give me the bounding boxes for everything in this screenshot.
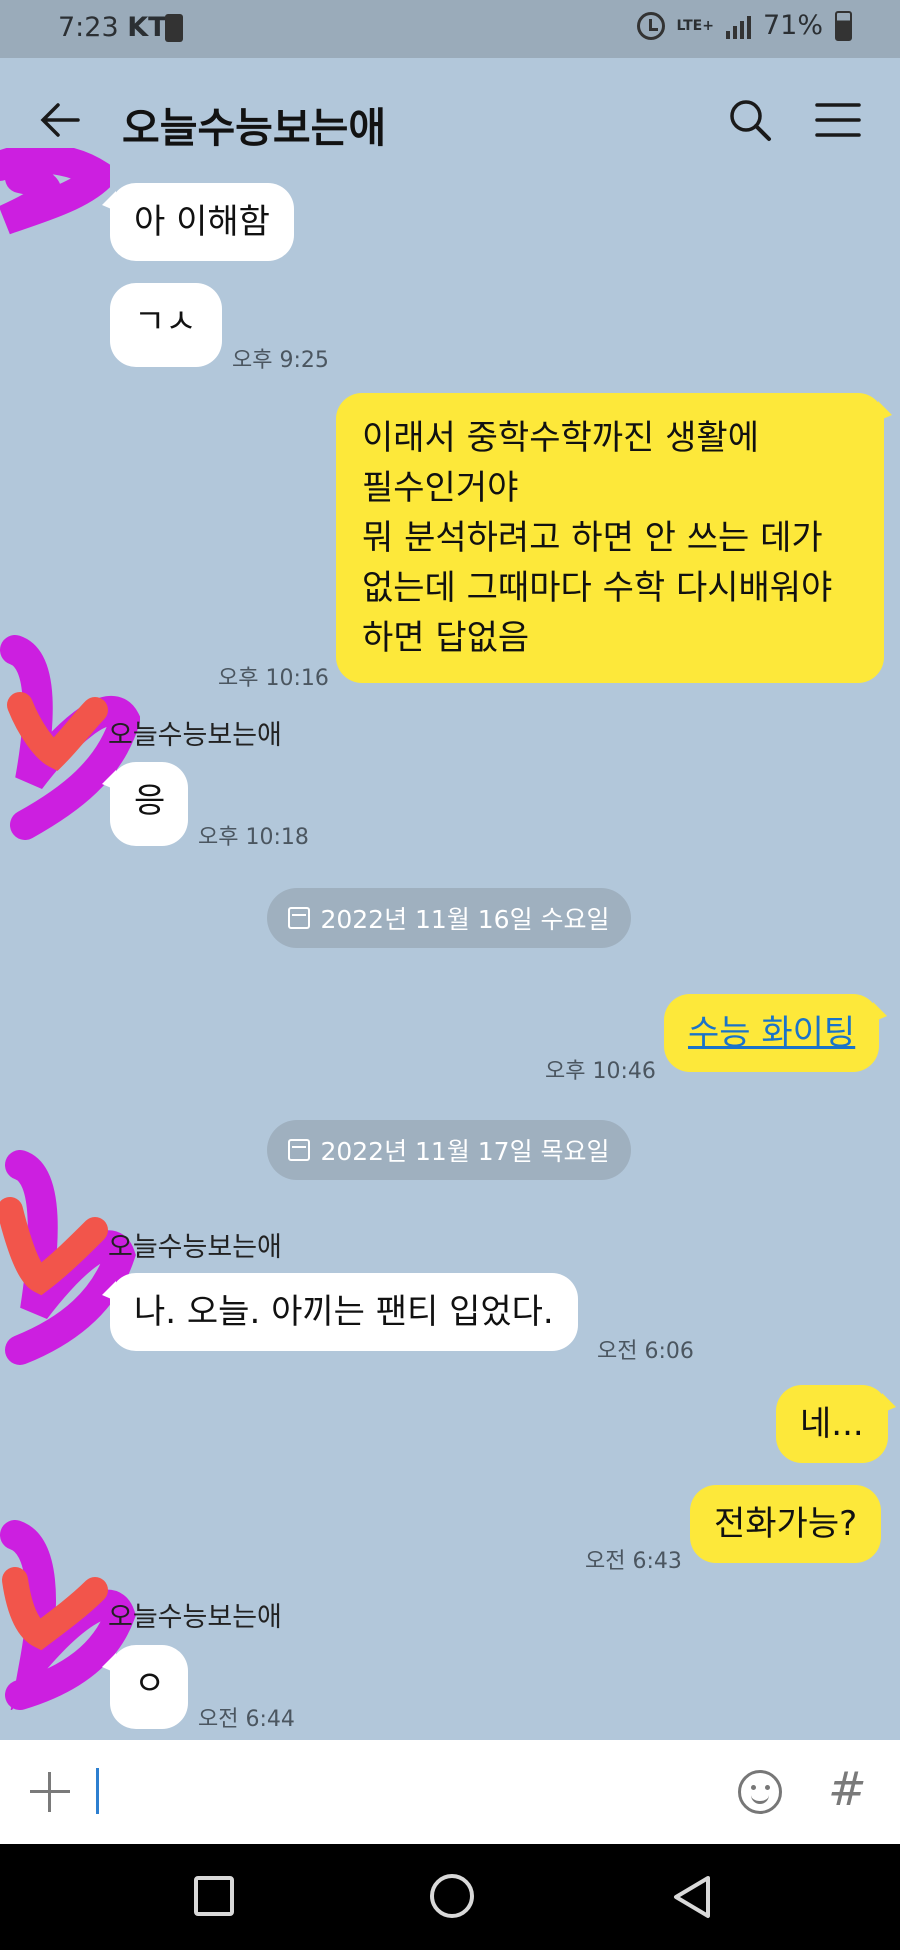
outgoing-message[interactable]: 전화가능? <box>690 1485 882 1563</box>
calendar-icon <box>288 907 311 929</box>
calendar-icon <box>288 1139 311 1161</box>
sender-name: 오늘수능보는애 <box>108 720 282 751</box>
message-input[interactable] <box>96 1768 99 1814</box>
outgoing-message[interactable]: 수능 화이팅 <box>664 994 888 1072</box>
outgoing-message[interactable]: 이래서 중학수학까진 생활에 필수인거야 뭐 분석하려고 하면 안 쓰는 데가 … <box>336 393 892 683</box>
message-text: 나. 오늘. 아끼는 팬티 입었다. <box>134 1292 554 1332</box>
message-time: 오후 10:18 <box>198 825 309 850</box>
message-time: 오전 6:43 <box>585 1549 682 1574</box>
message-line: 이래서 중학수학까진 생활에 <box>362 418 759 458</box>
battery-percent: 71% <box>762 10 823 41</box>
message-line: 하면 답없음 <box>362 618 530 658</box>
message-line: 없는데 그때마다 수학 다시배워야 <box>362 568 833 608</box>
message-text: ㄱㅅ <box>134 302 197 342</box>
message-line: 필수인거야 <box>362 468 519 508</box>
home-icon[interactable] <box>430 1874 474 1918</box>
emoji-icon[interactable] <box>738 1770 782 1814</box>
back-icon[interactable] <box>40 102 80 138</box>
message-text: 전화가능? <box>714 1504 858 1544</box>
message-text: 응 <box>134 781 166 821</box>
date-text: 2022년 11월 17일 목요일 <box>320 1137 610 1166</box>
message-time: 오전 6:06 <box>597 1339 694 1364</box>
search-icon[interactable] <box>728 98 772 142</box>
sender-name: 오늘수능보는애 <box>108 1602 282 1633</box>
status-time: 7:23 KT <box>58 12 167 43</box>
nav-back-icon[interactable] <box>670 1874 714 1920</box>
chat-title: 오늘수능보는애 <box>122 104 387 152</box>
lte-icon: LTE+ <box>676 17 714 34</box>
chat-header: 오늘수능보는애 <box>0 58 900 178</box>
scribbled-avatar <box>0 148 110 235</box>
incoming-message[interactable]: 아 이해함 <box>102 183 294 261</box>
sender-name: 오늘수능보는애 <box>108 1232 282 1263</box>
incoming-message[interactable]: 응 <box>102 762 188 846</box>
battery-saver-icon <box>165 14 183 42</box>
battery-icon <box>835 10 852 41</box>
incoming-message[interactable]: ㄱㅅ <box>110 283 222 367</box>
menu-icon[interactable] <box>815 102 861 138</box>
plus-icon[interactable] <box>30 1772 70 1812</box>
message-time: 오후 9:25 <box>232 348 329 373</box>
incoming-message[interactable]: ㅇ <box>102 1645 188 1729</box>
alarm-icon <box>636 11 665 40</box>
message-time: 오전 6:44 <box>198 1707 295 1732</box>
message-line: 뭐 분석하려고 하면 안 쓰는 데가 <box>362 518 823 558</box>
status-bar: 7:23 KT LTE+ 71% <box>0 0 900 58</box>
message-time: 오후 10:46 <box>545 1059 656 1084</box>
date-divider: 2022년 11월 16일 수요일 <box>267 888 631 948</box>
system-nav-bar <box>0 1844 900 1950</box>
incoming-message[interactable]: 나. 오늘. 아끼는 팬티 입었다. <box>102 1273 578 1351</box>
signal-icon <box>725 13 751 39</box>
message-text: ㅇ <box>134 1664 166 1704</box>
hash-icon[interactable]: # <box>828 1762 867 1816</box>
date-divider: 2022년 11월 17일 목요일 <box>267 1120 631 1180</box>
message-text: 아 이해함 <box>134 202 270 242</box>
date-text: 2022년 11월 16일 수요일 <box>320 905 610 934</box>
message-input-bar: # <box>0 1740 900 1844</box>
message-link[interactable]: 수능 화이팅 <box>688 1013 855 1053</box>
message-text: 네... <box>800 1404 864 1444</box>
recent-apps-icon[interactable] <box>194 1876 234 1916</box>
outgoing-message[interactable]: 네... <box>776 1385 896 1463</box>
message-time: 오후 10:16 <box>218 666 329 691</box>
